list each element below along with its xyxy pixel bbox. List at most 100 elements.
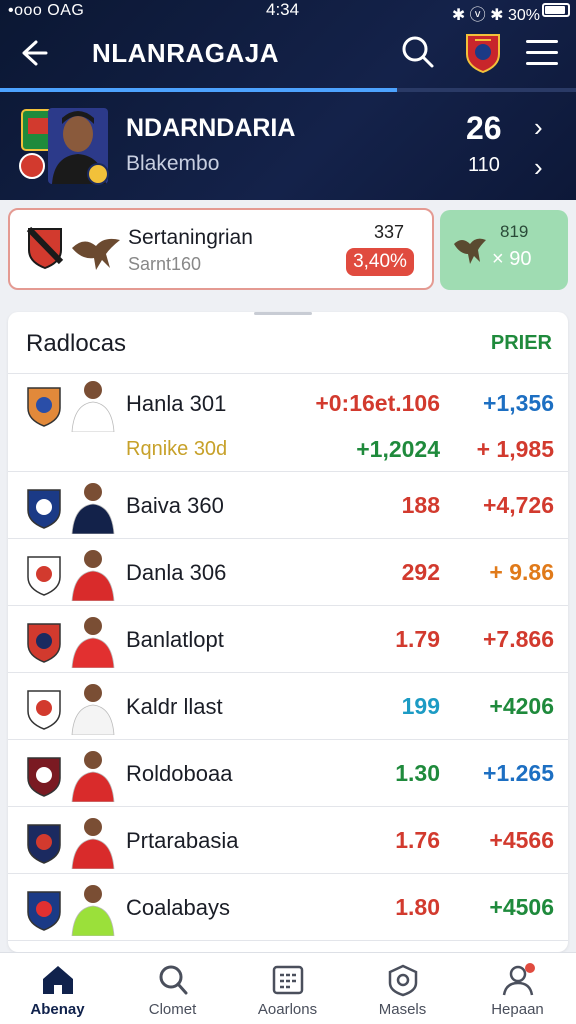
table-row[interactable]: Roldoboaa 1.30 +1.265 <box>8 740 568 807</box>
table-row[interactable]: Baiva 360 188 +4,726 <box>8 472 568 539</box>
promo-badge: 3,40% <box>346 248 414 276</box>
promo-secondary-bottom: × 90 <box>492 248 532 270</box>
stat-value-primary: 292 <box>401 559 440 585</box>
table-row[interactable]: Kaldr llast 199 +4206 <box>8 673 568 740</box>
table-row[interactable]: Coalabays 1.80 +4506 <box>8 874 568 941</box>
stat-subvalue-secondary: + 1,985 <box>476 436 554 462</box>
nav-item-club[interactable]: Masels <box>345 953 460 1024</box>
table-row[interactable]: Prtarabasia 1.76 +4566 <box>8 807 568 874</box>
stat-subvalue-primary: +1,2024 <box>356 436 440 462</box>
signal-text: •ooo OAG <box>8 2 85 19</box>
stat-value-secondary: +4506 <box>489 894 554 920</box>
player-name: Roldoboaa <box>126 761 233 786</box>
promo-crest-icon <box>26 226 64 270</box>
search-icon <box>159 965 188 995</box>
table-row[interactable]: Banlatlopt 1.79 +7.866 <box>8 606 568 673</box>
club-crest-icon <box>27 387 61 427</box>
player-name: Baiva 360 <box>126 493 224 518</box>
table-row[interactable]: Danla 306 292 + 9.86 <box>8 539 568 606</box>
nav-label: Abenay <box>30 1001 85 1018</box>
drag-handle[interactable] <box>254 312 312 315</box>
stat-value-primary: 1.30 <box>395 760 440 786</box>
player-photo <box>71 684 115 735</box>
nav-label: Masels <box>378 1001 427 1018</box>
bottom-navigation: Abenay Clomet Aoarlons Masels Hepaan <box>0 952 576 1024</box>
home-icon <box>43 966 73 994</box>
stat-value-secondary: +1,356 <box>483 390 554 416</box>
player-profile-card[interactable]: NDARNDARIA Blakembo 26 110 › › <box>0 96 576 200</box>
progress-bar <box>0 88 576 92</box>
rankings-panel: Radlocas PRIER Hanla 301 +0:16et.106 +1,35… <box>8 312 568 952</box>
table-row[interactable]: Hanla 301 +0:16et.106 +1,356 Rqnike 30d +1,2… <box>8 374 568 472</box>
player-name: Coalabays <box>126 895 230 920</box>
stat-value-primary: 1.76 <box>395 827 440 853</box>
status-bar: •ooo OAG 4:34 ✱ ⓥ ✱ 30% <box>0 0 576 24</box>
calendar-icon <box>272 965 304 995</box>
player-name: Danla 306 <box>126 560 227 585</box>
stat-value-secondary: +4,726 <box>483 492 554 518</box>
panel-header: Radlocas PRIER <box>8 312 568 374</box>
promo-secondary-top: 819 <box>500 222 529 241</box>
nav-label: Aoarlons <box>257 1001 318 1018</box>
stat-value-primary: 1.79 <box>395 626 440 652</box>
chevron-right-icon[interactable]: › <box>534 112 543 143</box>
nav-item-calendar[interactable]: Aoarlons <box>230 953 345 1024</box>
stat-value-secondary: +4206 <box>489 693 554 719</box>
player-avatar <box>18 104 112 186</box>
player-photo <box>71 483 115 534</box>
stat-value-secondary: + 9.86 <box>489 559 554 585</box>
stat-value-primary: 199 <box>401 693 440 719</box>
player-subname: Rqnike 30d <box>126 438 228 460</box>
player-photo <box>71 550 115 601</box>
user-icon <box>502 963 535 996</box>
promo-card[interactable]: Sertaningrian Sarnt160 337 3,40% <box>8 208 434 290</box>
eagle-icon <box>72 238 120 270</box>
player-name: Kaldr llast <box>126 694 223 719</box>
player-name: Banlatlopt <box>126 627 224 652</box>
player-secondary-stat: 110 <box>468 154 500 176</box>
player-photo <box>71 818 115 869</box>
stat-value-primary: 188 <box>401 492 440 518</box>
club-badge-icon[interactable] <box>464 32 502 74</box>
club-crest-icon <box>27 556 61 596</box>
club-crest-icon <box>27 623 61 663</box>
club-crest-icon <box>27 824 61 864</box>
nav-item-home[interactable]: Abenay <box>0 953 115 1024</box>
club-crest-icon <box>27 489 61 529</box>
player-name: Prtarabasia <box>126 828 239 853</box>
stat-value-secondary: +7.866 <box>483 626 554 652</box>
search-icon[interactable] <box>400 34 440 74</box>
player-name: Hanla 301 <box>126 391 227 416</box>
player-photo <box>71 885 115 936</box>
nav-item-profile[interactable]: Hepaan <box>460 953 575 1024</box>
back-arrow-icon[interactable] <box>16 36 56 76</box>
player-subtitle: Blakembo <box>126 152 220 175</box>
club-crest-icon <box>27 757 61 797</box>
app-title: NLANRAGAJA <box>92 38 279 68</box>
stat-value-secondary: +4566 <box>489 827 554 853</box>
player-photo <box>71 381 115 432</box>
player-photo <box>71 617 115 668</box>
promo-value: 337 <box>374 222 405 242</box>
chevron-right-icon[interactable]: › <box>534 152 543 183</box>
panel-title: Radlocas <box>26 330 127 357</box>
progress-fill <box>0 88 398 92</box>
panel-link[interactable]: PRIER <box>491 332 552 355</box>
club-crest-icon <box>27 891 61 931</box>
hamburger-menu-icon[interactable] <box>526 40 558 68</box>
nav-label: Hepaan <box>491 1001 544 1018</box>
player-photo <box>71 751 115 802</box>
clock: 4:34 <box>266 0 300 19</box>
nav-item-search[interactable]: Clomet <box>115 953 230 1024</box>
player-primary-stat: 26 <box>466 110 502 146</box>
promo-subtitle: Sarnt160 <box>128 254 202 274</box>
eagle-icon <box>454 238 486 264</box>
header-area: •ooo OAG 4:34 ✱ ⓥ ✱ 30% NLANRAGAJA NDARN… <box>0 0 576 200</box>
stat-value-primary: 1.80 <box>395 894 440 920</box>
stat-value-primary: +0:16et.106 <box>315 390 440 416</box>
promo-secondary-card[interactable]: 819 × 90 <box>440 210 568 290</box>
shield-icon <box>388 964 418 997</box>
app-bar: NLANRAGAJA <box>0 22 576 90</box>
player-name: NDARNDARIA <box>126 114 296 142</box>
battery-icon <box>542 3 570 17</box>
